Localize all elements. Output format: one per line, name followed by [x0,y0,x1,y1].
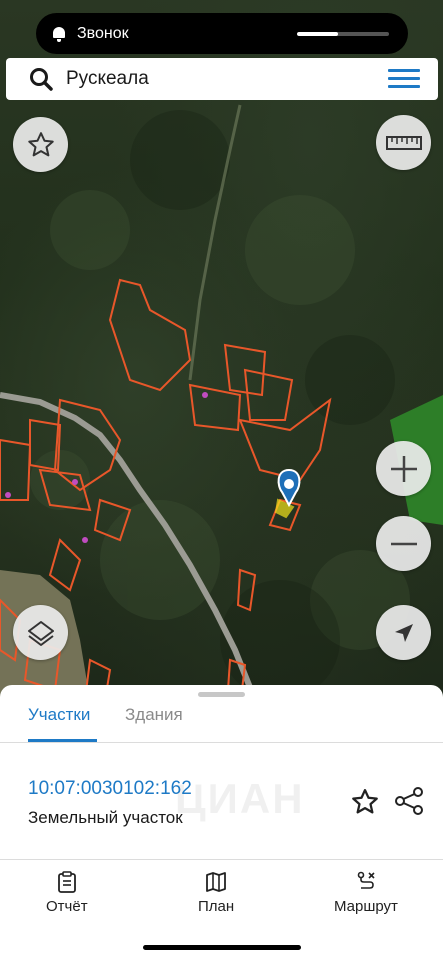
favorites-button[interactable] [13,117,68,172]
map-icon [206,872,226,892]
home-indicator[interactable] [143,945,301,950]
bottom-nav: Отчёт План Маршрут [0,861,443,921]
search-icon[interactable] [28,66,54,92]
plus-icon [390,455,417,482]
bell-icon [52,26,66,42]
search-bar[interactable]: Рускеала [6,58,438,100]
minus-icon [390,542,417,545]
tab-parcels[interactable]: Участки [28,705,90,725]
nav-route[interactable]: Маршрут [334,871,398,915]
call-progress-fill [297,32,339,36]
nav-route-label: Маршрут [334,898,398,915]
parcel-type: Земельный участок [28,808,183,827]
call-progress-bar [297,32,389,36]
cadastral-number[interactable]: 10:07:0030102:162 [28,778,192,800]
my-location-button[interactable] [376,605,431,660]
nav-report[interactable]: Отчёт [46,871,88,915]
share-icon[interactable] [393,785,425,817]
navigation-arrow-icon [394,623,413,642]
layers-button[interactable] [13,605,68,660]
search-query[interactable]: Рускеала [66,68,149,90]
call-label: Звонок [77,24,129,42]
zoom-in-button[interactable] [376,441,431,496]
star-outline-icon[interactable] [350,787,380,817]
tab-bar: Участки Здания [0,697,443,743]
ruler-button[interactable] [376,115,431,170]
zoom-out-button[interactable] [376,516,431,571]
clipboard-icon [57,871,76,893]
star-outline-icon [27,131,54,156]
active-tab-indicator [28,739,97,742]
ruler-icon [385,135,422,150]
hamburger-menu-icon[interactable] [388,69,420,89]
route-icon [357,871,375,889]
logo-watermark: ЦИАН [175,775,305,822]
map-canvas [0,104,443,700]
parcel-list-item[interactable]: ЦИАН 10:07:0030102:162 Земельный участок [0,745,443,860]
nav-plan[interactable]: План [198,871,234,915]
call-status-pill[interactable]: Звонок [36,13,408,54]
nav-plan-label: План [198,898,235,915]
tab-buildings[interactable]: Здания [125,705,183,725]
satellite-map[interactable] [0,0,443,700]
bottom-sheet[interactable]: Участки Здания ЦИАН 10:07:0030102:162 Зе… [0,685,443,960]
layers-icon [27,620,54,646]
nav-report-label: Отчёт [46,898,88,915]
